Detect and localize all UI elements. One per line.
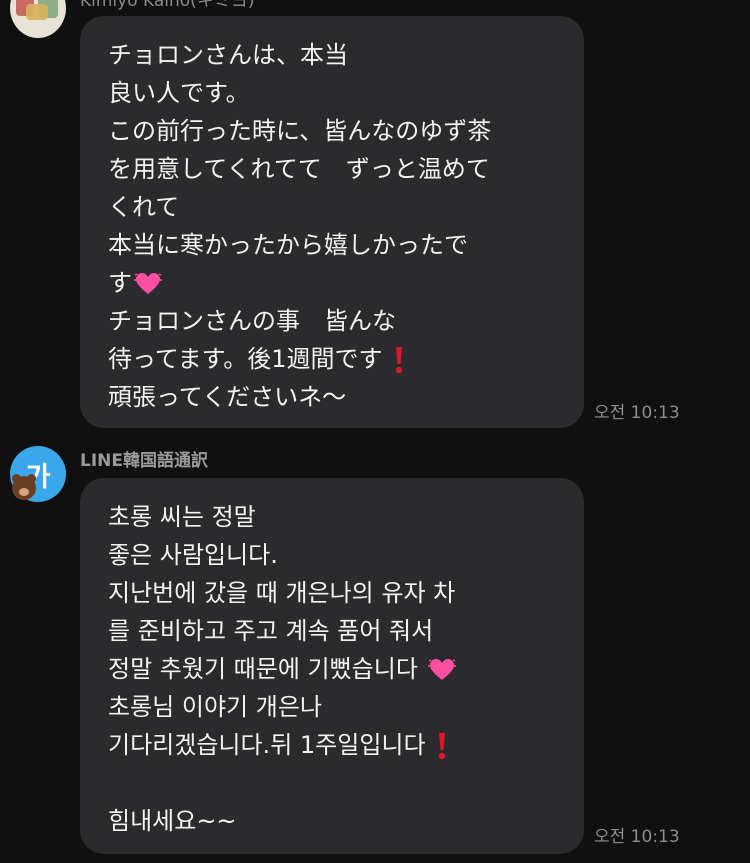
message-bubble[interactable]: 초롱 씨는 정말 좋은 사람입니다. 지난번에 갔을 때 개은나의 유자 차 를… [80, 478, 584, 854]
message-line: 초롱 씨는 정말 [108, 503, 256, 531]
beating-heart-icon [427, 659, 456, 680]
message-line: くれて [108, 193, 180, 221]
message-line: 정말 추웠기 때문에 기뻤습니다 [108, 650, 556, 688]
message-bubble[interactable]: チョロンさんは、本当 良い人です。 この前行った時に、皆んなのゆず茶 を用意して… [80, 16, 584, 428]
message-line: 待ってます。後1週間です [108, 340, 556, 378]
message-line: 지난번에 갔을 때 개은나의 유자 차 [108, 579, 456, 607]
message-line: 를 준비하고 주고 계속 품어 줘서 [108, 617, 434, 645]
message-line [108, 764, 556, 802]
exclamation-icon [439, 733, 446, 760]
message-line-text: す [108, 269, 132, 297]
message-line: この前行った時に、皆んなのゆず茶 [108, 117, 492, 145]
message-line: チョロンさんは、本当 [108, 41, 348, 69]
message-line-text: 待ってます。後1週間です [108, 345, 383, 373]
message-line: 초롱님 이야기 개은나 [108, 693, 322, 721]
beating-heart-icon [134, 273, 162, 294]
message-line: 頑張ってくださいネ～ [108, 383, 347, 411]
sender-avatar[interactable] [10, 0, 66, 38]
message-timestamp: 오전 10:13 [594, 827, 680, 847]
message-line: 本当に寒かったから嬉しかったで [108, 231, 468, 259]
bear-icon [12, 474, 36, 500]
message-timestamp: 오전 10:13 [594, 403, 680, 423]
message-line: す [108, 264, 556, 302]
message-line-text: 기다리겠습니다.뒤 1주일입니다 [108, 731, 426, 759]
message-line: を用意してくれてて ずっと温めて [108, 155, 490, 183]
exclamation-icon [395, 347, 403, 374]
message-line: 기다리겠습니다.뒤 1주일입니다 [108, 726, 556, 764]
sender-name: LINE韓国語通訳 [80, 451, 208, 471]
message-line: 良い人です。 [108, 79, 250, 107]
message-line: チョロンさんの事 皆んな [108, 307, 396, 335]
message-line: 힘내세요~~ [108, 807, 237, 835]
message-line: 좋은 사람입니다. [108, 541, 278, 569]
sender-name: Kimiyo Kaino(キミヨ) [80, 0, 255, 11]
message-line-text: 정말 추웠기 때문에 기뻤습니다 [108, 655, 418, 683]
